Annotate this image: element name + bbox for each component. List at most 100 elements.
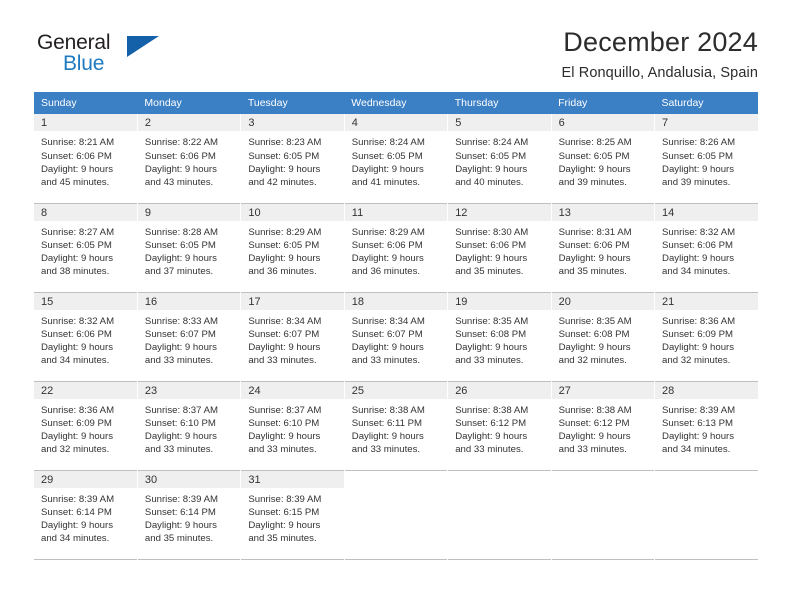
day-number: 26: [448, 381, 551, 399]
calendar-day-cell[interactable]: 31 Sunrise: 8:39 AM Sunset: 6:15 PM Dayligh…: [240, 470, 345, 560]
calendar-cell-empty: [654, 470, 758, 560]
calendar-day-cell[interactable]: 22 Sunrise: 8:36 AM Sunset: 6:09 PM Dayligh…: [34, 381, 138, 471]
detail-sunset-line: Sunset: 6:06 PM: [662, 240, 733, 252]
calendar-day-cell[interactable]: 27 Sunrise: 8:38 AM Sunset: 6:12 PM Dayligh…: [551, 381, 656, 471]
detail-sunrise-line: Sunrise: 8:32 AM: [662, 226, 736, 238]
calendar-day-cell[interactable]: 8 Sunrise: 8:27 AM Sunset: 6:05 PM Daylight…: [34, 203, 138, 293]
calendar-body: 1 Sunrise: 8:21 AM Sunset: 6:06 PM Daylight…: [34, 114, 758, 560]
calendar-day-cell[interactable]: 19 Sunrise: 8:35 AM Sunset: 6:08 PM Dayligh…: [447, 292, 552, 382]
day-number: 5: [448, 114, 551, 132]
detail-sunrise-line: Sunrise: 8:27 AM: [41, 226, 115, 238]
calendar-day-cell[interactable]: 20 Sunrise: 8:35 AM Sunset: 6:08 PM Dayligh…: [551, 292, 656, 382]
detail-daylight-1-line: Daylight: 9 hours: [248, 342, 321, 354]
detail-daylight-2-line: and 36 minutes.: [248, 266, 317, 278]
detail-daylight-2-line: and 34 minutes.: [41, 533, 110, 545]
detail-daylight-1-line: Daylight: 9 hours: [144, 431, 217, 443]
calendar-day-cell[interactable]: 5 Sunrise: 8:24 AM Sunset: 6:05 PM Daylight…: [447, 114, 552, 204]
calendar-day-cell[interactable]: 17 Sunrise: 8:34 AM Sunset: 6:07 PM Dayligh…: [240, 292, 345, 382]
calendar-day-cell[interactable]: 6 Sunrise: 8:25 AM Sunset: 6:05 PM Daylight…: [551, 114, 656, 204]
calendar-day-cell[interactable]: 18 Sunrise: 8:34 AM Sunset: 6:07 PM Dayligh…: [344, 292, 449, 382]
detail-sunset-line: Sunset: 6:06 PM: [144, 150, 216, 162]
day-number: 30: [137, 470, 241, 488]
day-number: 28: [655, 381, 758, 399]
detail-daylight-1-line: Daylight: 9 hours: [662, 253, 735, 265]
calendar-day-cell[interactable]: 11 Sunrise: 8:29 AM Sunset: 6:06 PM Dayligh…: [344, 203, 449, 293]
detail-sunset-line: Sunset: 6:05 PM: [662, 150, 733, 162]
detail-daylight-2-line: and 39 minutes.: [558, 176, 627, 188]
day-details: Sunrise: 8:35 AM Sunset: 6:08 PM Daylight:…: [448, 310, 550, 368]
calendar-week-row: 22 Sunrise: 8:36 AM Sunset: 6:09 PM Dayligh…: [34, 381, 758, 471]
detail-daylight-2-line: and 43 minutes.: [144, 176, 214, 188]
detail-daylight-2-line: and 33 minutes.: [351, 444, 421, 456]
calendar-day-cell[interactable]: 25 Sunrise: 8:38 AM Sunset: 6:11 PM Dayligh…: [344, 381, 449, 471]
detail-sunrise-line: Sunrise: 8:22 AM: [144, 137, 218, 149]
detail-daylight-2-line: and 35 minutes.: [558, 266, 627, 278]
calendar-day-cell[interactable]: 16 Sunrise: 8:33 AM Sunset: 6:07 PM Dayligh…: [137, 292, 242, 382]
general-blue-logo[interactable]: General Blue: [34, 28, 164, 80]
detail-sunrise-line: Sunrise: 8:24 AM: [351, 137, 425, 149]
detail-daylight-2-line: and 42 minutes.: [248, 176, 317, 188]
day-number: 24: [241, 381, 344, 399]
calendar-day-cell[interactable]: 24 Sunrise: 8:37 AM Sunset: 6:10 PM Dayligh…: [240, 381, 345, 471]
calendar-day-cell[interactable]: 10 Sunrise: 8:29 AM Sunset: 6:05 PM Dayligh…: [240, 203, 345, 293]
detail-sunset-line: Sunset: 6:09 PM: [41, 418, 112, 430]
day-details: Sunrise: 8:38 AM Sunset: 6:11 PM Daylight:…: [345, 399, 447, 457]
detail-daylight-1-line: Daylight: 9 hours: [248, 253, 321, 265]
page-title: December 2024: [563, 27, 758, 57]
detail-daylight-2-line: and 33 minutes.: [248, 444, 317, 456]
calendar-day-cell[interactable]: 30 Sunrise: 8:39 AM Sunset: 6:14 PM Dayligh…: [137, 470, 242, 560]
detail-daylight-1-line: Daylight: 9 hours: [662, 163, 735, 175]
day-details: Sunrise: 8:23 AM Sunset: 6:05 PM Daylight:…: [241, 131, 343, 189]
weekday-header-sunday: Sunday: [34, 92, 138, 115]
detail-sunset-line: Sunset: 6:08 PM: [558, 329, 630, 341]
calendar-day-cell[interactable]: 26 Sunrise: 8:38 AM Sunset: 6:12 PM Dayligh…: [447, 381, 552, 471]
day-details: Sunrise: 8:32 AM Sunset: 6:06 PM Daylight:…: [34, 310, 137, 368]
calendar-day-cell[interactable]: 7 Sunrise: 8:26 AM Sunset: 6:05 PM Daylight…: [655, 114, 758, 203]
day-details: Sunrise: 8:29 AM Sunset: 6:05 PM Daylight:…: [241, 221, 343, 279]
detail-daylight-1-line: Daylight: 9 hours: [41, 431, 113, 443]
calendar-day-cell[interactable]: 1 Sunrise: 8:21 AM Sunset: 6:06 PM Daylight…: [34, 114, 138, 204]
day-details: Sunrise: 8:27 AM Sunset: 6:05 PM Daylight:…: [34, 221, 137, 279]
detail-sunrise-line: Sunrise: 8:36 AM: [662, 315, 736, 327]
detail-daylight-2-line: and 33 minutes.: [558, 444, 627, 456]
calendar-day-cell[interactable]: 12 Sunrise: 8:30 AM Sunset: 6:06 PM Dayligh…: [447, 203, 552, 293]
day-number: 16: [137, 292, 241, 310]
detail-sunset-line: Sunset: 6:06 PM: [351, 240, 423, 252]
day-number: 27: [551, 381, 655, 399]
detail-sunset-line: Sunset: 6:10 PM: [248, 418, 320, 430]
detail-sunrise-line: Sunrise: 8:39 AM: [41, 493, 115, 505]
detail-daylight-2-line: and 33 minutes.: [248, 355, 317, 367]
calendar-day-cell[interactable]: 9 Sunrise: 8:28 AM Sunset: 6:05 PM Daylight…: [137, 203, 242, 293]
calendar-table: Sunday Monday Tuesday Wednesday Thursday Frid…: [34, 92, 758, 560]
calendar-day-cell[interactable]: 3 Sunrise: 8:23 AM Sunset: 6:05 PM Daylight…: [240, 114, 345, 204]
detail-daylight-1-line: Daylight: 9 hours: [455, 342, 528, 354]
detail-daylight-2-line: and 33 minutes.: [455, 444, 524, 456]
weekday-header-monday: Monday: [137, 92, 241, 115]
calendar-day-cell[interactable]: 29 Sunrise: 8:39 AM Sunset: 6:14 PM Dayligh…: [34, 470, 138, 560]
calendar-day-cell[interactable]: 13 Sunrise: 8:31 AM Sunset: 6:06 PM Dayligh…: [551, 203, 656, 293]
calendar-day-cell[interactable]: 21 Sunrise: 8:36 AM Sunset: 6:09 PM Dayligh…: [655, 292, 758, 381]
detail-sunrise-line: Sunrise: 8:23 AM: [248, 137, 322, 149]
calendar-day-cell[interactable]: 28 Sunrise: 8:39 AM Sunset: 6:13 PM Dayligh…: [655, 381, 758, 470]
detail-sunset-line: Sunset: 6:09 PM: [662, 329, 733, 341]
detail-sunset-line: Sunset: 6:14 PM: [41, 507, 112, 519]
calendar-day-cell[interactable]: 4 Sunrise: 8:24 AM Sunset: 6:05 PM Daylight…: [344, 114, 449, 204]
calendar-day-cell[interactable]: 15 Sunrise: 8:32 AM Sunset: 6:06 PM Dayligh…: [34, 292, 138, 382]
detail-sunset-line: Sunset: 6:12 PM: [455, 418, 527, 430]
detail-daylight-1-line: Daylight: 9 hours: [455, 431, 528, 443]
calendar-day-cell[interactable]: 2 Sunrise: 8:22 AM Sunset: 6:06 PM Daylight…: [137, 114, 242, 204]
day-number: 13: [551, 203, 655, 221]
day-details: Sunrise: 8:31 AM Sunset: 6:06 PM Daylight:…: [552, 221, 654, 279]
detail-daylight-2-line: and 38 minutes.: [41, 266, 110, 278]
calendar-day-cell[interactable]: 23 Sunrise: 8:37 AM Sunset: 6:10 PM Dayligh…: [137, 381, 242, 471]
day-number: 17: [241, 292, 344, 310]
detail-sunrise-line: Sunrise: 8:39 AM: [248, 493, 322, 505]
detail-daylight-1-line: Daylight: 9 hours: [558, 163, 631, 175]
detail-sunset-line: Sunset: 6:05 PM: [455, 150, 527, 162]
detail-sunrise-line: Sunrise: 8:33 AM: [144, 315, 218, 327]
calendar-day-cell[interactable]: 14 Sunrise: 8:32 AM Sunset: 6:06 PM Dayligh…: [655, 203, 758, 292]
detail-daylight-2-line: and 33 minutes.: [144, 355, 214, 367]
detail-sunset-line: Sunset: 6:05 PM: [41, 240, 112, 252]
detail-daylight-2-line: and 33 minutes.: [144, 444, 214, 456]
detail-daylight-2-line: and 45 minutes.: [41, 176, 110, 188]
